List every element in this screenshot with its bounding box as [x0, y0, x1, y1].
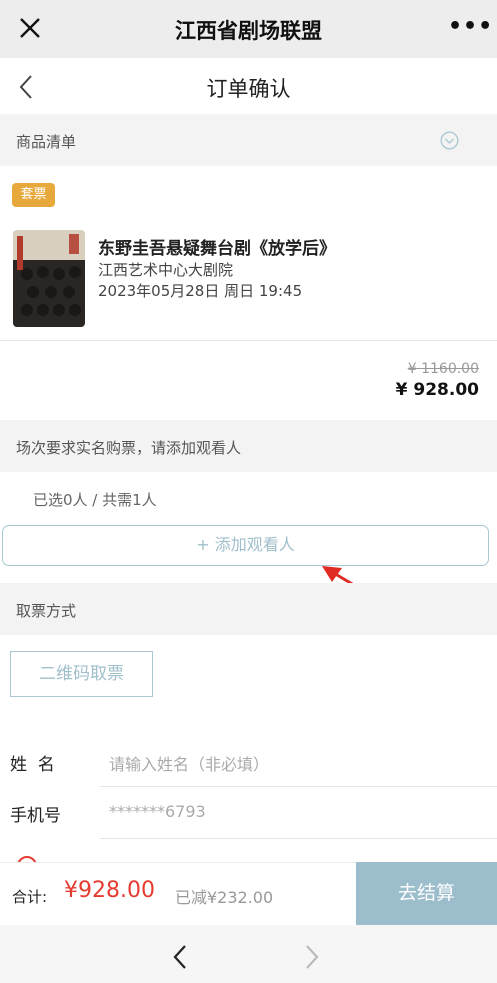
divider — [100, 786, 497, 787]
goods-section-label: 商品清单 — [16, 133, 77, 151]
show-title: 东野圭吾悬疑舞台剧《放学后》 — [98, 239, 336, 259]
nav-back-icon[interactable] — [172, 943, 188, 971]
nav-forward-icon[interactable] — [304, 943, 320, 971]
pickup-section-label: 取票方式 — [16, 602, 77, 620]
show-venue: 江西艺术中心大剧院 — [98, 261, 234, 279]
package-tag: 套票 — [12, 183, 55, 207]
wechat-title: 江西省剧场联盟 — [175, 19, 322, 43]
total-label: 合计: — [12, 888, 48, 906]
browser-nav-bar — [0, 925, 497, 983]
name-input[interactable]: 请输入姓名（非必填） — [109, 751, 269, 775]
divider — [0, 340, 497, 341]
original-price: ¥ 1160.00 — [407, 361, 479, 377]
page-title: 订单确认 — [206, 77, 291, 101]
selected-count: 已选0人 / 共需1人 — [33, 491, 157, 509]
name-label: 姓 名 — [10, 755, 55, 775]
more-icon[interactable]: ••• — [448, 14, 493, 39]
total-amount: ¥928.00 — [64, 878, 155, 903]
add-viewer-button[interactable]: + 添加观看人 — [2, 525, 489, 566]
checkout-button[interactable]: 去结算 — [356, 862, 497, 925]
chevron-down-icon[interactable] — [440, 131, 459, 150]
show-poster — [13, 230, 85, 327]
discount-amount: 已减¥232.00 — [175, 888, 274, 907]
current-price: ¥ 928.00 — [395, 380, 479, 400]
qr-pickup-button[interactable]: 二维码取票 — [10, 651, 153, 697]
phone-label: 手机号 — [10, 806, 61, 826]
divider — [100, 838, 497, 839]
show-datetime: 2023年05月28日 周日 19:45 — [98, 282, 303, 300]
real-name-notice: 场次要求实名购票，请添加观看人 — [16, 439, 242, 457]
phone-input[interactable]: *******6793 — [109, 802, 206, 821]
